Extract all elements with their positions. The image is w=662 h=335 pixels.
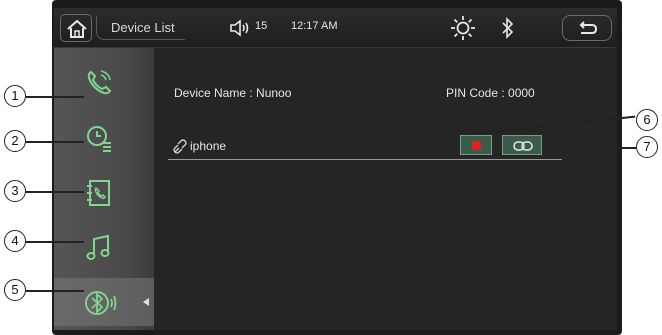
back-icon (579, 21, 598, 34)
callout-3: 3 (4, 180, 26, 202)
callout-6: 6 (636, 109, 658, 131)
top-bar: Device List 15 12:17 AM (54, 8, 617, 48)
callout-1: 1 (4, 85, 26, 107)
device-list-panel: Device Name : Nunoo PIN Code : 0000 ipho… (154, 48, 617, 330)
phone-icon (87, 70, 112, 95)
sidebar-item-bluetooth-settings[interactable] (54, 278, 154, 326)
callout-leader-4 (26, 241, 84, 243)
sidebar-item-call-history[interactable] (54, 113, 154, 161)
bluetooth-settings-icon (85, 291, 117, 315)
callout-leader-5 (26, 290, 84, 292)
sidebar-item-music[interactable] (54, 223, 154, 271)
link-icon (173, 139, 187, 154)
call-history-icon (87, 126, 111, 152)
sidebar (54, 48, 154, 330)
sidebar-item-phone[interactable] (54, 58, 154, 106)
delete-device-button[interactable] (460, 135, 492, 155)
callout-leader-7 (552, 147, 636, 149)
back-button[interactable] (562, 15, 612, 41)
volume-icon[interactable] (229, 18, 253, 38)
connect-device-button[interactable] (502, 135, 542, 155)
delete-icon (472, 141, 481, 150)
device-name: Device Name : Nunoo (174, 86, 292, 100)
home-icon (67, 19, 87, 38)
brightness-icon[interactable] (450, 15, 476, 41)
volume-level: 15 (255, 20, 268, 32)
paired-device-name: iphone (190, 139, 227, 153)
bluetooth-status-icon (502, 17, 514, 39)
callout-5: 5 (4, 279, 26, 301)
clock: 12:17 AM (291, 20, 338, 32)
music-icon (86, 234, 110, 260)
callout-7: 7 (636, 136, 658, 158)
callout-leader-3 (26, 191, 84, 193)
callout-leader-2 (26, 141, 84, 143)
callout-2: 2 (4, 130, 26, 152)
home-button[interactable] (60, 14, 92, 42)
page-title: Device List (96, 16, 185, 40)
paired-device-row[interactable]: iphone (168, 134, 562, 160)
chain-link-icon (513, 141, 533, 151)
callout-leader-1 (26, 96, 84, 98)
active-indicator (143, 298, 149, 306)
pin-code: PIN Code : 0000 (446, 86, 535, 100)
screen: Device List 15 12:17 AM Device Name: Nu… (54, 8, 617, 330)
contacts-icon (87, 180, 110, 206)
callout-4: 4 (4, 230, 26, 252)
